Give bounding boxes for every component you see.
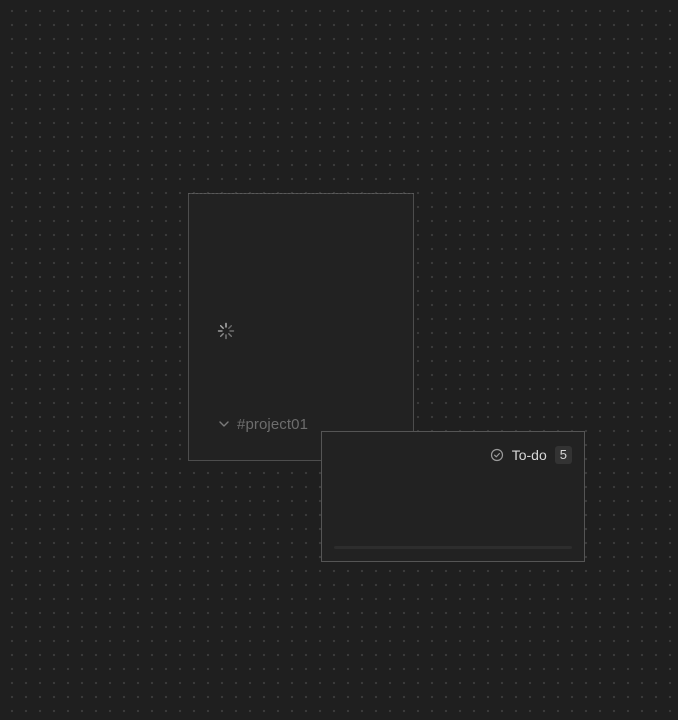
check-circle-icon xyxy=(490,448,504,462)
todo-progress-bar xyxy=(334,546,572,549)
todo-label: To-do xyxy=(511,447,547,463)
todo-count-badge: 5 xyxy=(554,446,572,464)
spinner-icon xyxy=(217,322,235,340)
project-channel-row[interactable]: #project01 xyxy=(217,414,308,434)
project-card[interactable]: #project01 xyxy=(188,193,414,461)
todo-header: To-do 5 xyxy=(490,445,572,465)
chevron-down-icon[interactable] xyxy=(217,417,231,431)
canvas: #project01 To-do 5 xyxy=(0,0,678,720)
todo-card[interactable]: To-do 5 xyxy=(321,431,585,562)
project-channel-label: #project01 xyxy=(237,415,309,433)
